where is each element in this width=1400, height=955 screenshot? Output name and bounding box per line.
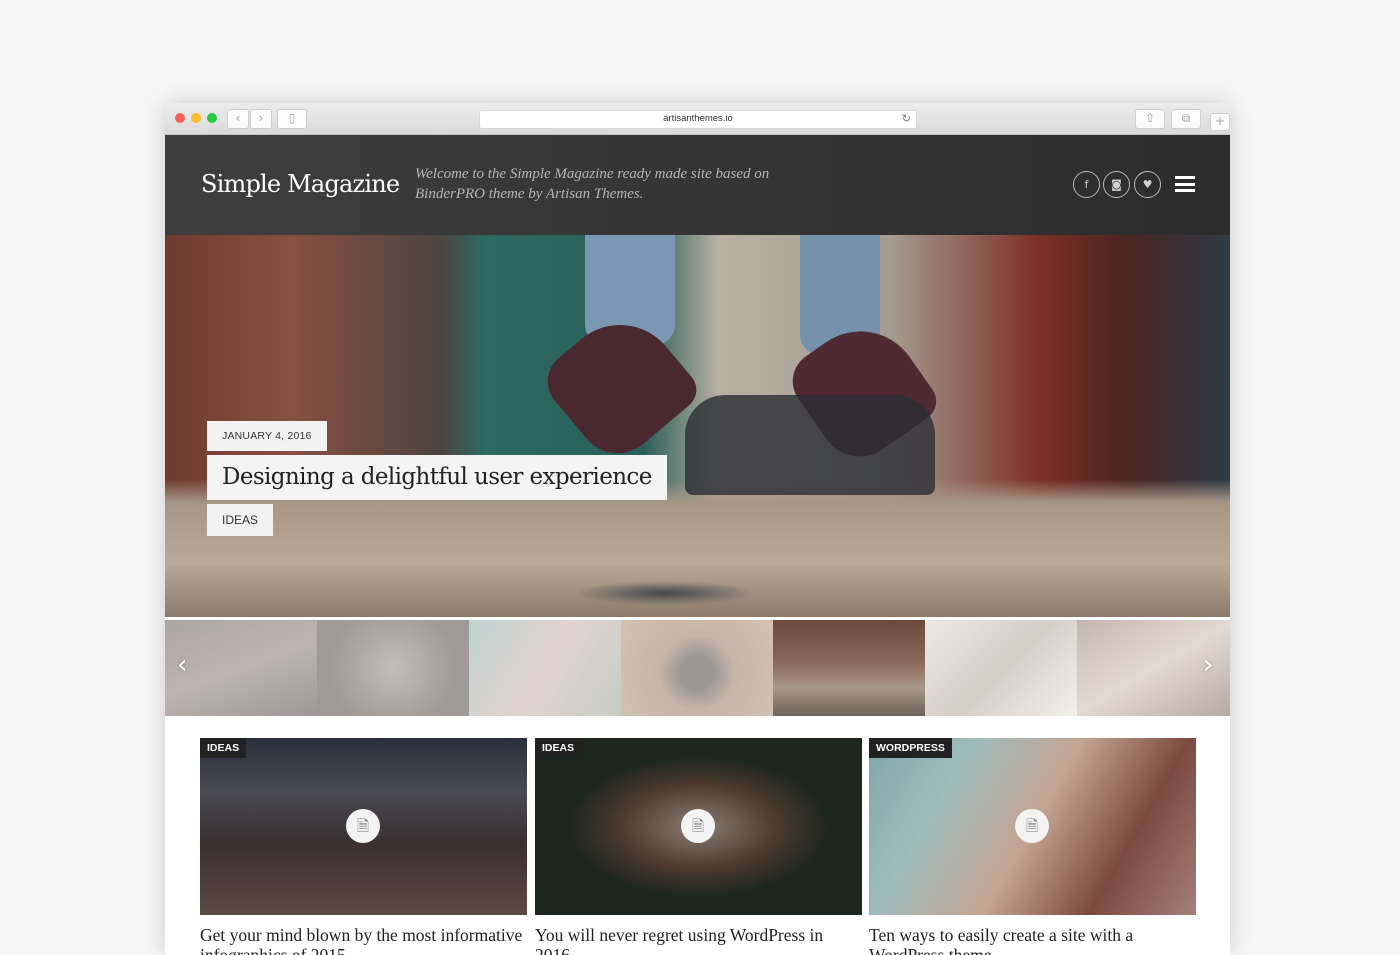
post-title[interactable]: Ten ways to easily create a site with a … — [869, 925, 1196, 955]
post-category-badge[interactable]: WORDPRESS — [869, 738, 952, 758]
twitter-icon[interactable]: ♥ — [1134, 171, 1161, 198]
post-title[interactable]: You will never regret using WordPress in… — [535, 925, 862, 955]
close-window-button[interactable] — [175, 113, 185, 123]
slider-thumbnail[interactable] — [165, 620, 317, 716]
document-icon: 🗎 — [346, 809, 380, 843]
hero-date: JANUARY 4, 2016 — [207, 421, 327, 451]
slider-prev-icon[interactable]: ‹ — [177, 650, 187, 680]
hero-left-shoe — [535, 300, 705, 470]
document-icon: 🗎 — [1015, 809, 1049, 843]
instagram-icon[interactable]: ◙ — [1103, 171, 1130, 198]
hero-car — [685, 395, 935, 495]
new-tab-icon[interactable]: + — [1210, 113, 1230, 131]
hero-category[interactable]: IDEAS — [207, 504, 274, 536]
post-category-badge[interactable]: IDEAS — [200, 738, 247, 758]
facebook-icon[interactable]: f — [1073, 171, 1100, 198]
site-header: Simple Magazine Welcome to the Simple Ma… — [165, 135, 1230, 235]
zoom-window-button[interactable] — [207, 113, 217, 123]
url-text: artisanthemes.io — [663, 113, 733, 124]
slider-thumbnail[interactable] — [621, 620, 773, 716]
post-thumbnail[interactable]: IDEAS 🗎 — [535, 738, 862, 915]
reload-icon[interactable]: ↻ — [902, 112, 911, 125]
post-thumbnail[interactable]: WORDPRESS 🗎 — [869, 738, 1196, 915]
post-thumbnail[interactable]: IDEAS 🗎 — [200, 738, 527, 915]
post-category-badge[interactable]: IDEAS — [535, 738, 582, 758]
post-title[interactable]: Get your mind blown by the most informat… — [200, 925, 527, 955]
sidebar-icon[interactable]: ▯ — [277, 109, 307, 129]
share-icon[interactable]: ⇧ — [1135, 109, 1165, 129]
slider-thumbnail-active[interactable] — [773, 620, 925, 716]
address-bar[interactable]: artisanthemes.io ↻ — [479, 110, 917, 129]
document-icon: 🗎 — [681, 809, 715, 843]
hero-title[interactable]: Designing a delightful user experience — [207, 455, 667, 500]
post-card[interactable]: WORDPRESS 🗎 Ten ways to easily create a … — [869, 738, 1196, 955]
browser-window: ‹ › ▯ artisanthemes.io ↻ ⇧ ⧉ + Simple Ma… — [165, 103, 1230, 955]
slider-thumbnails: ‹ › — [165, 620, 1230, 716]
post-card[interactable]: IDEAS 🗎 You will never regret using Word… — [535, 738, 862, 955]
menu-icon[interactable] — [1175, 176, 1195, 192]
browser-toolbar: ‹ › ▯ artisanthemes.io ↻ ⇧ ⧉ + — [165, 103, 1230, 135]
tabs-icon[interactable]: ⧉ — [1171, 109, 1201, 129]
site-title[interactable]: Simple Magazine — [201, 170, 400, 198]
slider-thumbnail[interactable] — [317, 620, 469, 716]
slider-thumbnail[interactable] — [925, 620, 1077, 716]
back-icon[interactable]: ‹ — [227, 109, 249, 129]
minimize-window-button[interactable] — [191, 113, 201, 123]
site-tagline: Welcome to the Simple Magazine ready mad… — [415, 166, 770, 202]
hero-slide[interactable]: JANUARY 4, 2016 Designing a delightful u… — [165, 235, 1230, 617]
forward-icon[interactable]: › — [250, 109, 272, 129]
post-card[interactable]: IDEAS 🗎 Get your mind blown by the most … — [200, 738, 527, 955]
slider-thumbnail[interactable] — [469, 620, 621, 716]
slider-next-icon[interactable]: › — [1203, 650, 1213, 680]
